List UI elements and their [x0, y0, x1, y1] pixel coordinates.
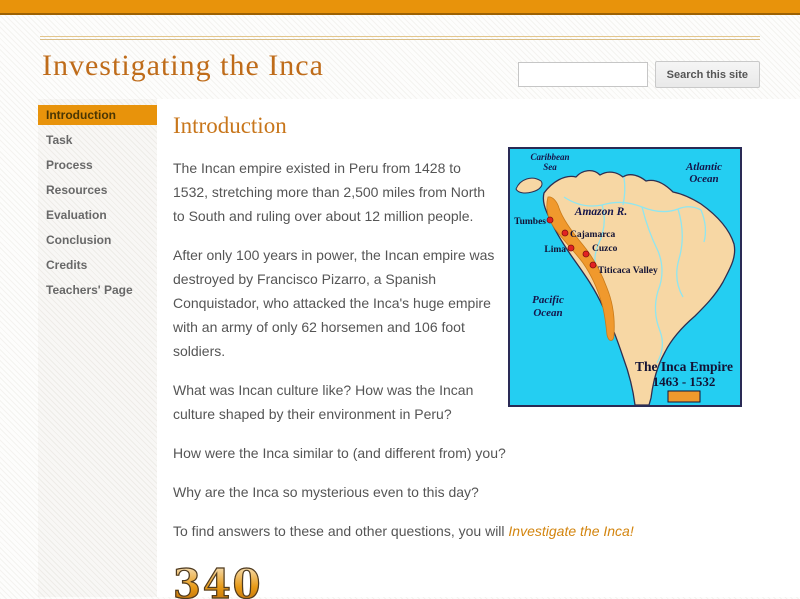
- map-dot-cajamarca: [561, 229, 569, 237]
- sidebar-item-resources[interactable]: Resources: [38, 180, 157, 200]
- sidebar-list: Introduction Task Process Resources Eval…: [38, 105, 157, 300]
- site-title: Investigating the Inca: [42, 49, 324, 82]
- sidebar-item-task[interactable]: Task: [38, 130, 157, 150]
- map-label-amazon: Amazon R.: [574, 206, 627, 218]
- map-dot-tumbes: [546, 216, 554, 224]
- sidebar-item-evaluation[interactable]: Evaluation: [38, 205, 157, 225]
- map-legend-title: The Inca Empire: [635, 359, 733, 374]
- closing-paragraph: To find answers to these and other quest…: [173, 519, 742, 543]
- site-header: Investigating the Inca Search this site: [0, 15, 800, 99]
- inca-empire-map-image: Tumbes Cajamarca Lima Cuzco Titicaca Val…: [508, 147, 742, 407]
- map-dot-cuzco: [582, 250, 590, 258]
- map-label-pacific-2: Ocean: [533, 307, 562, 319]
- sidebar-nav: Introduction Task Process Resources Eval…: [38, 99, 157, 597]
- map-label-titicaca-valley: Titicaca Valley: [598, 266, 658, 276]
- investigate-the-inca-link[interactable]: Investigate the Inca!: [508, 523, 633, 539]
- page-title: Introduction: [173, 113, 287, 138]
- hit-counter: 340 Hit Counter Code: [173, 564, 742, 599]
- map-legend-swatch: [667, 390, 701, 403]
- content-area: Tumbes Cajamarca Lima Cuzco Titicaca Val…: [173, 141, 742, 599]
- map-label-pacific-1: Pacific: [532, 294, 564, 306]
- decorative-rule: [40, 36, 760, 40]
- sidebar-item-process[interactable]: Process: [38, 155, 157, 175]
- intro-paragraph-4: How were the Inca similar to (and differ…: [173, 445, 506, 461]
- sidebar-item-credits[interactable]: Credits: [38, 255, 157, 275]
- hit-counter-value: 340: [173, 564, 263, 599]
- sidebar-item-teachers-page[interactable]: Teachers' Page: [38, 280, 157, 300]
- search-area: Search this site: [517, 61, 760, 88]
- sidebar-item-conclusion[interactable]: Conclusion: [38, 230, 157, 250]
- map-dot-lima: [567, 244, 575, 252]
- search-button[interactable]: Search this site: [654, 61, 760, 88]
- search-input[interactable]: [517, 62, 648, 87]
- map-label-cuzco: Cuzco: [592, 244, 618, 254]
- map-label-cajamarca: Cajamarca: [570, 230, 615, 240]
- closing-text: To find answers to these and other quest…: [173, 523, 509, 539]
- map-label-caribbean-2: Sea: [543, 162, 557, 172]
- map-label-lima: Lima: [544, 245, 566, 255]
- sidebar-item-introduction[interactable]: Introduction: [38, 105, 157, 125]
- map-label-tumbes: Tumbes: [514, 217, 546, 227]
- map-label-caribbean-1: Caribbean: [530, 152, 569, 162]
- map-label-atlantic-2: Ocean: [689, 173, 718, 185]
- map-label-atlantic-1: Atlantic: [685, 161, 722, 173]
- map-legend-years: 1463 - 1532: [653, 374, 716, 389]
- intro-paragraph-5: Why are the Inca so mysterious even to t…: [173, 484, 479, 500]
- page-body: Introduction Task Process Resources Eval…: [0, 99, 800, 599]
- map-dot-titicaca: [589, 261, 597, 269]
- top-accent-bar: [0, 0, 800, 15]
- main-content: Introduction Tumbes Cajamarca Lima Cuzco…: [157, 99, 800, 599]
